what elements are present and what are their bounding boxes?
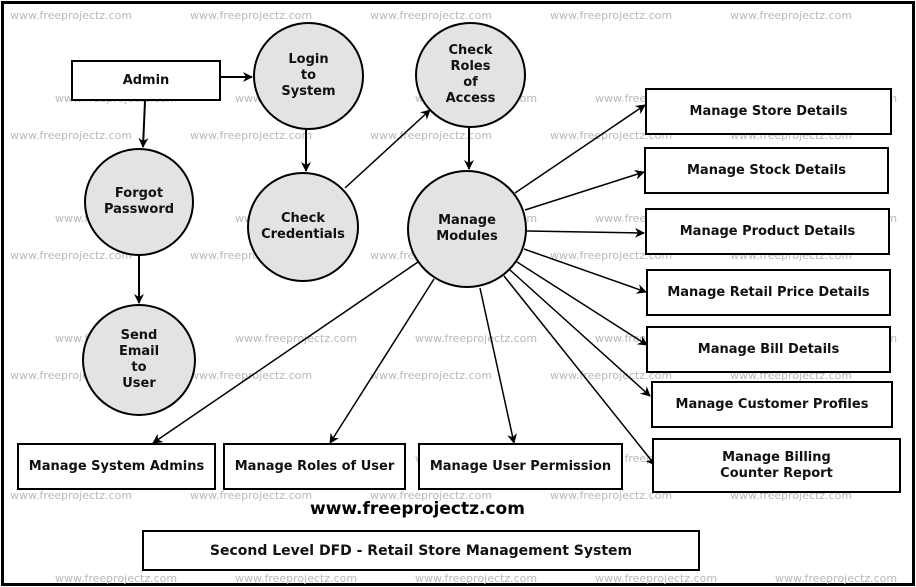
process-manage-modules: Manage Modules (407, 170, 527, 288)
process-label: Forgot Password (103, 186, 175, 217)
process-forgot-password: Forgot Password (84, 148, 194, 256)
process-label: Check Roles of Access (445, 43, 496, 106)
entity-manage-roles-of-user: Manage Roles of User (223, 443, 406, 490)
entity-label: Manage Product Details (679, 223, 856, 239)
entity-label: Manage Bill Details (697, 341, 840, 357)
flow-arrow-manage_modules-to-product (526, 227, 645, 238)
website-label: www.freeprojectz.com (310, 499, 525, 519)
diagram-title-text: Second Level DFD - Retail Store Manageme… (209, 542, 633, 559)
diagram-title: Second Level DFD - Retail Store Manageme… (142, 530, 700, 571)
process-check-roles-of-access: Check Roles of Access (415, 22, 526, 128)
entity-manage-user-permission: Manage User Permission (418, 443, 623, 490)
entity-label: Manage System Admins (28, 458, 205, 474)
entity-manage-retail-price-details: Manage Retail Price Details (646, 269, 891, 316)
flow-arrow-manage_modules-to-billing (503, 275, 656, 466)
flow-arrow-manage_modules-to-permission (479, 287, 517, 444)
entity-label: Manage Customer Profiles (675, 396, 869, 412)
entity-label: Manage Store Details (689, 103, 848, 119)
flow-arrow-manage_modules-to-roles (329, 278, 435, 444)
process-label: Send Email to User (118, 328, 160, 391)
process-check-credentials: Check Credentials (247, 172, 359, 282)
flow-arrow-admin-to-forgot (138, 100, 149, 148)
process-label: Manage Modules (436, 213, 498, 244)
entity-label: Manage User Permission (429, 458, 612, 474)
entity-manage-stock-details: Manage Stock Details (644, 147, 889, 194)
entity-manage-billing-counter-report: Manage Billing Counter Report (652, 438, 901, 493)
flow-arrow-manage_modules-to-store (514, 104, 646, 194)
process-label: Login to System (281, 52, 336, 99)
entity-label: Manage Stock Details (686, 162, 846, 178)
flow-arrow-check_credentials-to-check_roles (344, 109, 431, 189)
entity-manage-system-admins: Manage System Admins (17, 443, 216, 490)
process-login-to-system: Login to System (253, 22, 364, 130)
entity-label: Manage Retail Price Details (667, 284, 870, 300)
entity-manage-customer-profiles: Manage Customer Profiles (651, 381, 893, 428)
process-send-email-to-user: Send Email to User (82, 304, 196, 416)
entity-manage-bill-details: Manage Bill Details (646, 326, 891, 373)
entity-label: Manage Roles of User (234, 458, 395, 474)
process-label: Check Credentials (261, 211, 345, 242)
entity-label: Manage Billing Counter Report (720, 449, 833, 481)
flow-arrow-manage_modules-to-bill (516, 261, 648, 346)
entity-manage-store-details: Manage Store Details (645, 88, 892, 135)
flow-arrow-manage_modules-to-retail (523, 248, 647, 294)
entity-manage-product-details: Manage Product Details (645, 208, 890, 255)
entity-admin: Admin (71, 60, 221, 101)
flow-arrow-manage_modules-to-stock (524, 169, 645, 211)
entity-admin-label: Admin (122, 72, 170, 88)
